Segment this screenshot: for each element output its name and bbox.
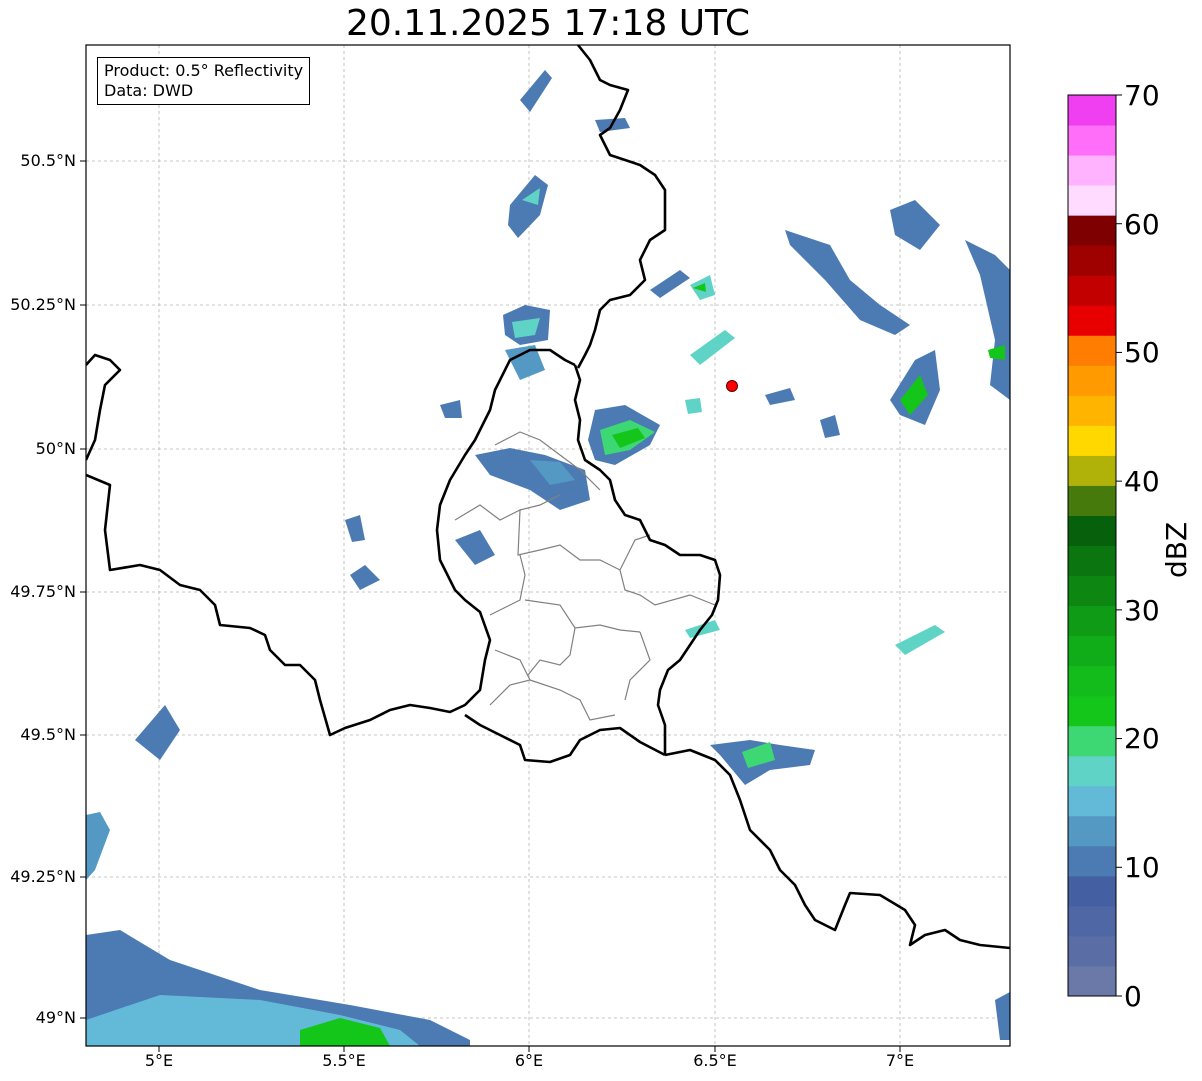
echo-cell: [785, 230, 910, 335]
colorbar-segment: [1068, 395, 1116, 426]
axis-ticks: [80, 160, 901, 1052]
echo-cell: [965, 240, 1010, 400]
echo-cell: [895, 625, 945, 655]
lat-label: 49.25°N: [10, 867, 76, 886]
colorbar-segment: [1068, 635, 1116, 667]
echo-cell: [455, 530, 495, 565]
colorbar-unit: dBZ: [1160, 521, 1193, 578]
echo-cell: [820, 415, 840, 438]
colorbar-segment: [1068, 605, 1116, 637]
colorbar-segment: [1068, 185, 1116, 216]
colorbar-segment: [1068, 695, 1116, 727]
border-be-fr: [86, 353, 122, 461]
source-label: Data: DWD: [104, 81, 194, 100]
lat-label: 49°N: [35, 1008, 76, 1027]
lat-label: 49.75°N: [10, 582, 76, 601]
colorbar-segment: [1068, 785, 1116, 817]
lat-label: 50.25°N: [10, 295, 76, 314]
colorbar-segment: [1068, 425, 1116, 456]
colorbar-segment: [1068, 455, 1116, 486]
lat-label: 49.5°N: [20, 725, 76, 744]
colorbar-tick-label: 10: [1124, 851, 1160, 884]
radar-echoes: [86, 70, 1010, 1046]
lat-label: 50°N: [35, 439, 76, 458]
colorbar-segment: [1068, 125, 1116, 156]
product-label: Product: 0.5° Reflectivity: [104, 61, 304, 80]
echo-cell: [765, 388, 795, 405]
colorbar-tick-label: 20: [1124, 722, 1160, 755]
echo-cell: [350, 565, 380, 590]
info-box: Product: 0.5° Reflectivity Data: DWD: [97, 57, 311, 105]
echo-cell: [650, 270, 690, 298]
echo-cell: [520, 70, 552, 112]
colorbar-tick-label: 50: [1124, 336, 1160, 369]
gridlines: [86, 45, 1010, 1046]
echo-cell: [86, 812, 110, 880]
colorbar-tick-label: 40: [1124, 465, 1160, 498]
border-lu-fr: [464, 713, 666, 764]
map-frame: [85, 44, 1011, 1047]
border-fr-de: [664, 748, 1010, 950]
colorbar-tick-label: 30: [1124, 594, 1160, 627]
colorbar-tick-label: 70: [1124, 79, 1160, 112]
colorbar-segment: [1068, 875, 1116, 907]
lon-label: 7°E: [885, 1051, 915, 1070]
colorbar-segment: [1068, 815, 1116, 847]
echo-cell: [508, 175, 548, 238]
colorbar-segment: [1068, 365, 1116, 396]
colorbar-segment: [1068, 215, 1116, 246]
lon-label: 6°E: [514, 1051, 544, 1070]
colorbar: [1067, 94, 1122, 997]
lon-label: 5.5°E: [322, 1051, 366, 1070]
echo-cell: [995, 992, 1010, 1040]
colorbar-segment: [1068, 575, 1116, 607]
colorbar-segments: [1068, 95, 1116, 997]
colorbar-segment: [1068, 485, 1116, 516]
colorbar-segment: [1068, 95, 1116, 126]
colorbar-segment: [1068, 545, 1116, 577]
colorbar-segment: [1068, 845, 1116, 877]
echo-cell: [440, 400, 462, 418]
lat-label: 50.5°N: [20, 151, 76, 170]
colorbar-segment: [1068, 245, 1116, 276]
radar-map[interactable]: [0, 0, 1202, 1081]
lon-label: 5°E: [144, 1051, 174, 1070]
lon-label: 6.5°E: [693, 1051, 737, 1070]
colorbar-segment: [1068, 515, 1116, 546]
colorbar-segment: [1068, 305, 1116, 336]
colorbar-segment: [1068, 275, 1116, 306]
echo-cell: [690, 330, 735, 365]
echo-cell: [135, 705, 180, 760]
border-be-de: [576, 45, 667, 369]
echo-cell: [890, 200, 940, 250]
colorbar-segment: [1068, 725, 1116, 757]
colorbar-segment: [1068, 935, 1116, 967]
echo-cell: [685, 398, 702, 414]
colorbar-segment: [1068, 155, 1116, 186]
echo-cell: [345, 515, 365, 542]
colorbar-segment: [1068, 665, 1116, 697]
colorbar-segment: [1068, 905, 1116, 937]
colorbar-tick-label: 0: [1124, 980, 1142, 1013]
colorbar-tick-label: 60: [1124, 208, 1160, 241]
colorbar-segment: [1068, 965, 1116, 997]
colorbar-segment: [1068, 335, 1116, 366]
colorbar-segment: [1068, 755, 1116, 787]
radar-site-marker[interactable]: [726, 380, 738, 392]
